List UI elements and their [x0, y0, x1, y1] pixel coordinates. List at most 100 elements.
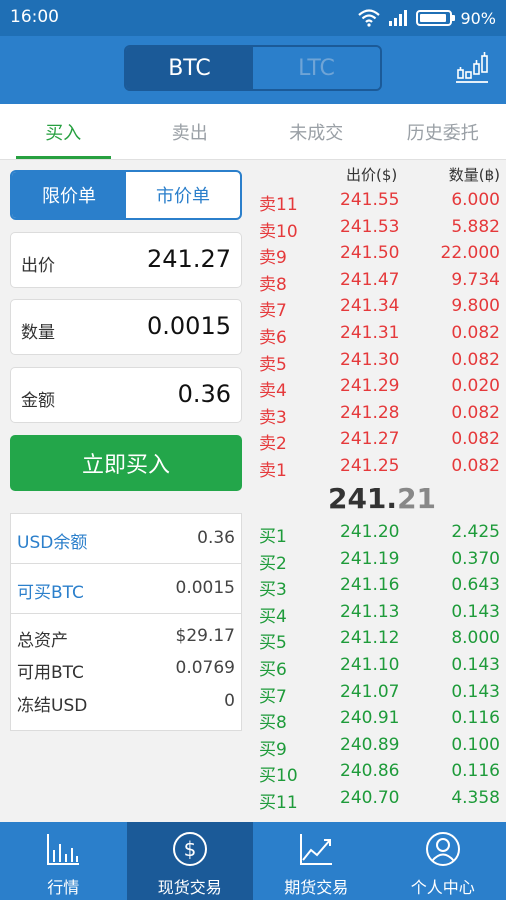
quantity-cell: 0.100	[451, 734, 500, 755]
price-cell: 241.25	[340, 456, 400, 476]
price-cell: 241.27	[340, 429, 400, 450]
bid-row[interactable]: 买7 241.07 0.143	[258, 680, 506, 707]
level-label: 买7	[259, 686, 287, 707]
nav-spot-trading[interactable]: $ 现货交易	[126, 822, 253, 900]
level-label: 卖10	[259, 221, 298, 242]
buy-now-button[interactable]: 立即买入	[10, 435, 242, 491]
price-cell: 241.28	[340, 402, 400, 423]
order-type-switch: 限价单 市价单	[10, 170, 242, 220]
ask-row[interactable]: 卖3 241.28 0.082	[258, 401, 506, 428]
nav-spot-trading-label: 现货交易	[157, 878, 222, 897]
buyable-btc-row[interactable]: 可买BTC 0.0015	[11, 564, 241, 614]
total-assets-label: 总资产	[17, 631, 68, 651]
total-value[interactable]: 0.36	[178, 380, 231, 408]
ask-row[interactable]: 卖2 241.27 0.082	[258, 427, 506, 454]
ask-row[interactable]: 卖1 241.25 0.082	[258, 454, 506, 481]
svg-text:$: $	[183, 837, 196, 861]
quantity-cell: 22.000	[440, 243, 500, 264]
ask-row[interactable]: 卖8 241.47 9.734	[258, 268, 506, 295]
total-assets-value: $29.17	[175, 626, 235, 646]
trade-tabs: 买入 卖出 未成交 历史委托	[0, 104, 506, 160]
bid-row[interactable]: 买10 240.86 0.116	[258, 759, 506, 787]
tab-buy[interactable]: 买入	[0, 104, 127, 159]
quantity-cell: 9.800	[451, 296, 500, 317]
level-label: 卖5	[259, 354, 287, 375]
market-order-button[interactable]: 市价单	[126, 172, 240, 218]
status-time: 16:00	[10, 7, 59, 27]
bid-row[interactable]: 买8 240.91 0.116	[258, 706, 506, 734]
amount-field[interactable]: 数量 0.0015	[10, 299, 242, 355]
usd-balance-label[interactable]: USD余额	[17, 528, 87, 553]
price-cell: 241.55	[340, 190, 400, 210]
tab-order-history[interactable]: 历史委托	[380, 104, 506, 159]
buyable-btc-value: 0.0015	[175, 578, 235, 598]
quantity-cell: 6.000	[451, 190, 500, 210]
nav-market[interactable]: 行情	[0, 822, 127, 900]
bid-row[interactable]: 买9 240.89 0.100	[258, 733, 506, 760]
price-cell: 240.89	[340, 734, 400, 755]
user-circle-icon	[425, 832, 460, 866]
bid-row[interactable]: 买11 240.70 4.358	[258, 786, 506, 813]
level-label: 买8	[259, 713, 287, 734]
nav-profile[interactable]: 个人中心	[380, 822, 506, 900]
price-cell: 240.91	[340, 708, 400, 729]
tab-btc[interactable]: BTC	[126, 47, 253, 89]
ask-row[interactable]: 卖6 241.31 0.082	[258, 321, 506, 348]
usd-balance-row[interactable]: USD余额 0.36	[11, 514, 241, 564]
quantity-cell: 2.425	[451, 522, 500, 542]
quantity-cell: 0.020	[451, 376, 500, 397]
price-cell: 241.16	[340, 575, 400, 596]
total-field[interactable]: 金额 0.36	[10, 367, 242, 423]
tab-open-orders[interactable]: 未成交	[253, 104, 380, 159]
ask-row[interactable]: 卖11 241.55 6.000	[258, 188, 506, 215]
nav-futures-trading[interactable]: 期货交易	[253, 822, 380, 900]
candlestick-chart-icon[interactable]	[454, 50, 490, 86]
price-cell: 241.13	[340, 601, 400, 622]
level-label: 买6	[259, 660, 287, 680]
nav-futures-trading-label: 期货交易	[284, 878, 349, 897]
quantity-cell: 4.358	[451, 788, 500, 808]
limit-order-button[interactable]: 限价单	[12, 172, 126, 218]
amount-value[interactable]: 0.0015	[147, 312, 231, 340]
quantity-cell: 0.082	[451, 429, 500, 450]
ask-row[interactable]: 卖7 241.34 9.800	[258, 294, 506, 322]
bid-row[interactable]: 买3 241.16 0.643	[258, 573, 506, 600]
buyable-btc-label[interactable]: 可买BTC	[17, 578, 84, 603]
level-label: 买10	[259, 766, 298, 787]
level-label: 卖7	[259, 301, 287, 322]
quantity-cell: 0.643	[451, 575, 500, 596]
tab-sell[interactable]: 卖出	[127, 104, 254, 159]
quantity-cell: 0.082	[451, 323, 500, 343]
quantity-cell: 0.370	[451, 548, 500, 569]
frozen-usd-label: 冻结USD	[17, 696, 88, 716]
bid-row[interactable]: 买4 241.13 0.143	[258, 600, 506, 627]
ask-row[interactable]: 卖5 241.30 0.082	[258, 348, 506, 375]
price-cell: 241.10	[340, 655, 400, 675]
level-label: 买11	[259, 793, 298, 813]
frozen-usd-value: 0	[224, 691, 235, 711]
price-cell: 241.47	[340, 269, 400, 290]
price-field[interactable]: 出价 241.27	[10, 232, 242, 288]
price-label: 出价	[21, 256, 55, 276]
bid-row[interactable]: 买5 241.12 8.000	[258, 626, 506, 653]
level-label: 卖4	[259, 381, 287, 402]
level-label: 卖6	[259, 328, 287, 348]
ask-row[interactable]: 卖4 241.29 0.020	[258, 374, 506, 402]
ask-row[interactable]: 卖9 241.50 22.000	[258, 241, 506, 268]
quantity-cell: 8.000	[451, 628, 500, 649]
price-cell: 241.53	[340, 216, 400, 237]
price-value[interactable]: 241.27	[147, 245, 231, 273]
bid-row[interactable]: 买6 241.10 0.143	[258, 653, 506, 680]
quantity-cell: 0.143	[451, 681, 500, 702]
signal-icon	[389, 10, 408, 26]
status-icons: 90%	[358, 7, 496, 29]
bid-row[interactable]: 买1 241.20 2.425	[258, 520, 506, 547]
ask-row[interactable]: 卖10 241.53 5.882	[258, 215, 506, 242]
tab-ltc[interactable]: LTC	[253, 47, 380, 89]
quantity-cell: 0.143	[451, 655, 500, 675]
wifi-icon	[358, 9, 381, 27]
last-price-dec: 21	[397, 482, 437, 515]
quantity-cell: 0.082	[451, 349, 500, 370]
bid-row[interactable]: 买2 241.19 0.370	[258, 547, 506, 574]
battery-icon	[416, 10, 456, 26]
